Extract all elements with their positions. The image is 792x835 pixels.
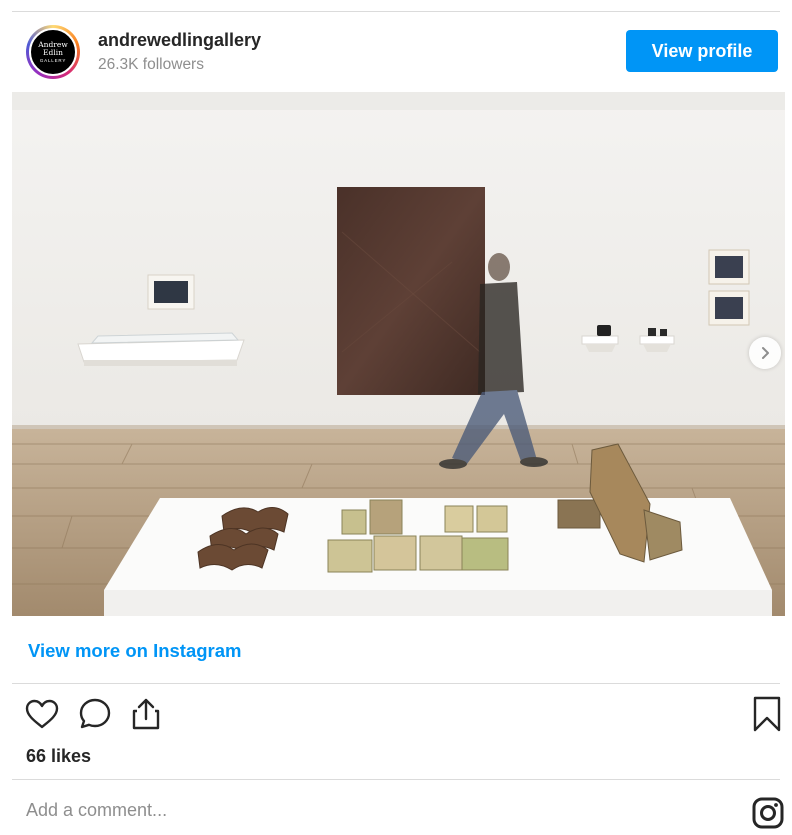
divider — [12, 779, 780, 780]
comment-icon — [79, 698, 111, 729]
instagram-logo[interactable] — [751, 796, 785, 830]
follower-count: 26.3K followers — [98, 56, 204, 73]
avatar-logo: Andrew Edlin GALLERY — [29, 28, 77, 76]
view-more-link[interactable]: View more on Instagram — [28, 640, 242, 662]
avatar[interactable]: Andrew Edlin GALLERY — [26, 25, 80, 79]
share-button[interactable] — [126, 694, 166, 734]
top-divider — [12, 11, 780, 12]
view-profile-button[interactable]: View profile — [626, 30, 778, 72]
comment-button[interactable] — [75, 694, 115, 734]
post-header: Andrew Edlin GALLERY andrewedlingallery … — [12, 20, 780, 82]
instagram-icon — [752, 797, 784, 829]
next-image-button[interactable] — [749, 337, 781, 369]
post-image[interactable] — [12, 92, 785, 616]
username[interactable]: andrewedlingallery — [98, 30, 261, 51]
heart-icon — [25, 699, 59, 729]
like-count: 66 likes — [26, 746, 92, 766]
like-button[interactable] — [22, 694, 62, 734]
bookmark-icon — [753, 696, 781, 732]
gallery-photo — [12, 92, 785, 616]
comment-input[interactable]: Add a comment... — [26, 800, 167, 821]
share-icon — [132, 698, 160, 730]
save-button[interactable] — [747, 694, 787, 734]
divider — [12, 683, 780, 684]
chevron-right-icon — [762, 347, 769, 359]
